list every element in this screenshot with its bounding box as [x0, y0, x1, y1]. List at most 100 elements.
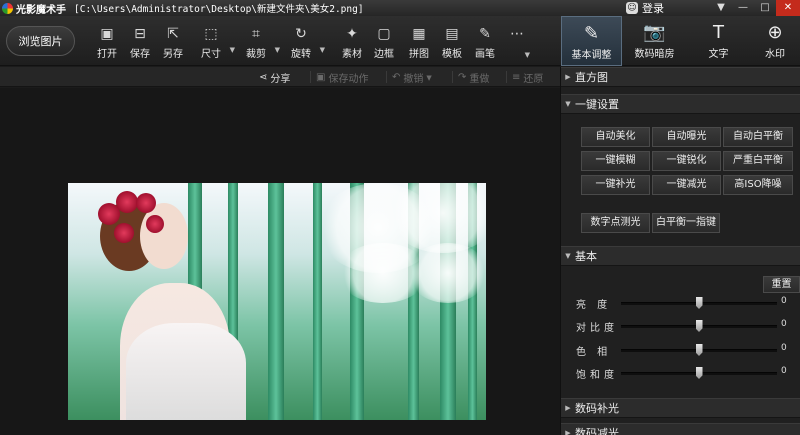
tab-basic-adjust[interactable]: ✎ 基本调整 — [561, 16, 622, 66]
high-iso-denoise-button[interactable]: 高ISO降噪 — [723, 175, 793, 195]
white-dress — [126, 323, 246, 420]
contrast-label: 对比度 — [576, 323, 618, 334]
basic-adjust-icon: ✎ — [583, 23, 600, 44]
one-click-title: 一键设置 — [575, 98, 619, 111]
chevron-down-icon[interactable]: ▼ — [525, 51, 530, 59]
auto-beautify-button[interactable]: 自动美化 — [581, 127, 650, 147]
rose — [146, 215, 164, 233]
menu-dropdown-button[interactable]: ▼ — [710, 0, 732, 16]
undo-button[interactable]: ↶ 撤销 ▼ — [386, 70, 432, 85]
material-button[interactable]: ✦ 素材 — [337, 25, 367, 60]
saturation-slider[interactable]: 饱和度 0 — [561, 366, 800, 381]
frame-button[interactable]: ▢ 边框 — [369, 25, 399, 60]
divider — [386, 71, 387, 83]
resize-icon: ⬚ — [204, 26, 218, 42]
open-label: 打开 — [97, 49, 117, 60]
contrast-slider[interactable]: 对比度 0 — [561, 319, 800, 334]
minimize-button[interactable]: — — [732, 0, 754, 16]
contrast-value: 0 — [781, 319, 787, 329]
close-button[interactable]: ✕ — [776, 0, 800, 16]
main-toolbar: 浏览图片 ▣ 打开 ⊟ 保存 ⇱ 另存 ⬚ 尺寸 ▼ ⌗ 裁剪 ▼ ↻ 旋转 ▼… — [0, 16, 800, 66]
login-label[interactable]: 登录 — [642, 0, 664, 16]
open-button[interactable]: ▣ 打开 — [92, 25, 122, 60]
share-label: 分享 — [270, 74, 291, 85]
save-label: 保存 — [130, 49, 150, 60]
redo-button[interactable]: ↷ 重做 — [452, 70, 490, 85]
tab-text-label: 文字 — [708, 49, 729, 60]
save-button[interactable]: ⊟ 保存 — [125, 25, 155, 60]
puzzle-icon: ▦ — [412, 26, 426, 42]
user-icon: ☺ — [626, 2, 638, 14]
hue-value: 0 — [781, 343, 787, 353]
open-image-icon: ▣ — [100, 26, 114, 42]
hue-slider[interactable]: 色 相 0 — [561, 343, 800, 358]
redo-label: 重做 — [469, 74, 490, 85]
slider-knob[interactable] — [695, 367, 703, 379]
darkroom-icon: 📷 — [643, 22, 666, 43]
digital-reduce-title: 数码减光 — [575, 427, 619, 435]
one-click-sharpen-button[interactable]: 一键锐化 — [652, 151, 721, 171]
chevron-right-icon: ▶ — [565, 404, 571, 412]
redo-icon: ↷ — [458, 72, 467, 83]
template-label: 模板 — [442, 49, 462, 60]
brightness-slider[interactable]: 亮 度 0 — [561, 296, 800, 311]
window-controls: ▼ — □ ✕ — [710, 0, 800, 16]
text-icon: T — [713, 22, 724, 43]
title-bar: 光影魔术手 [C:\Users\Administrator\Desktop\新建… — [0, 0, 800, 16]
chevron-down-icon[interactable]: ▼ — [320, 46, 325, 54]
browse-images-button[interactable]: 浏览图片 — [6, 26, 75, 56]
one-click-section[interactable]: ▼ 一键设置 — [561, 94, 800, 114]
histogram-section[interactable]: ▶ 直方图 — [561, 67, 800, 87]
maximize-button[interactable]: □ — [754, 0, 776, 16]
tab-darkroom[interactable]: 📷 数码暗房 — [624, 16, 685, 66]
tab-text[interactable]: T 文字 — [688, 16, 749, 66]
basic-title: 基本 — [575, 250, 597, 263]
brush-button[interactable]: ✎ 画笔 — [470, 25, 500, 60]
undo-label: 撤销 — [403, 74, 424, 85]
digital-reduce-section[interactable]: ▶ 数码减光 — [561, 423, 800, 435]
spot-metering-button[interactable]: 数字点测光 — [581, 213, 650, 233]
save-action-button[interactable]: ▣ 保存动作 — [310, 70, 368, 85]
frame-label: 边框 — [374, 49, 394, 60]
app-title: 光影魔术手 — [16, 4, 66, 16]
one-click-fill-light-button[interactable]: 一键补光 — [581, 175, 650, 195]
edited-photo[interactable] — [68, 183, 486, 420]
chevron-down-icon: ▼ — [426, 73, 432, 82]
chevron-down-icon[interactable]: ▼ — [275, 46, 280, 54]
restore-button[interactable]: ≡ 还原 — [506, 70, 543, 85]
digital-fill-section[interactable]: ▶ 数码补光 — [561, 398, 800, 418]
action-bar: ⋖ 分享 ▣ 保存动作 ↶ 撤销 ▼ ↷ 重做 ≡ 还原 — [0, 67, 560, 87]
one-click-blur-button[interactable]: 一键模糊 — [581, 151, 650, 171]
resize-button[interactable]: ⬚ 尺寸 ▼ — [196, 25, 235, 60]
save-as-icon: ⇱ — [167, 26, 179, 42]
adjust-panel: ▶ 直方图 ▼ 一键设置 自动美化 自动曝光 自动白平衡 一键模糊 一键锐化 严… — [560, 67, 800, 435]
rotate-button[interactable]: ↻ 旋转 ▼ — [286, 25, 325, 60]
one-click-reduce-light-button[interactable]: 一键减光 — [652, 175, 721, 195]
slider-knob[interactable] — [695, 297, 703, 309]
more-tools-button[interactable]: ⋯ ▼ — [502, 25, 532, 59]
basic-section[interactable]: ▼ 基本 — [561, 246, 800, 266]
chevron-right-icon: ▶ — [565, 73, 571, 81]
template-button[interactable]: ▤ 模板 — [437, 25, 467, 60]
divider — [506, 71, 507, 83]
auto-white-balance-button[interactable]: 自动白平衡 — [723, 127, 793, 147]
watermark-icon: ⊕ — [767, 22, 783, 43]
auto-exposure-button[interactable]: 自动曝光 — [652, 127, 721, 147]
crop-button[interactable]: ⌗ 裁剪 ▼ — [241, 25, 280, 60]
restore-icon: ≡ — [512, 72, 521, 83]
slider-knob[interactable] — [695, 344, 703, 356]
image-canvas[interactable] — [0, 88, 560, 435]
share-button[interactable]: ⋖ 分享 — [259, 70, 290, 85]
white-balance-pick-button[interactable]: 白平衡一指键 — [652, 213, 720, 233]
slider-knob[interactable] — [695, 320, 703, 332]
strict-white-balance-button[interactable]: 严重白平衡 — [723, 151, 793, 171]
puzzle-button[interactable]: ▦ 拼图 — [404, 25, 434, 60]
tab-watermark[interactable]: ⊕ 水印 — [750, 16, 800, 66]
login-area[interactable]: ☺ 登录 — [626, 0, 664, 16]
chevron-down-icon[interactable]: ▼ — [230, 46, 235, 54]
rose — [116, 191, 138, 213]
rotate-label: 旋转 — [291, 49, 311, 60]
reset-button[interactable]: 重置 — [763, 276, 800, 293]
save-as-button[interactable]: ⇱ 另存 — [158, 25, 188, 60]
chevron-down-icon: ▼ — [565, 252, 571, 260]
